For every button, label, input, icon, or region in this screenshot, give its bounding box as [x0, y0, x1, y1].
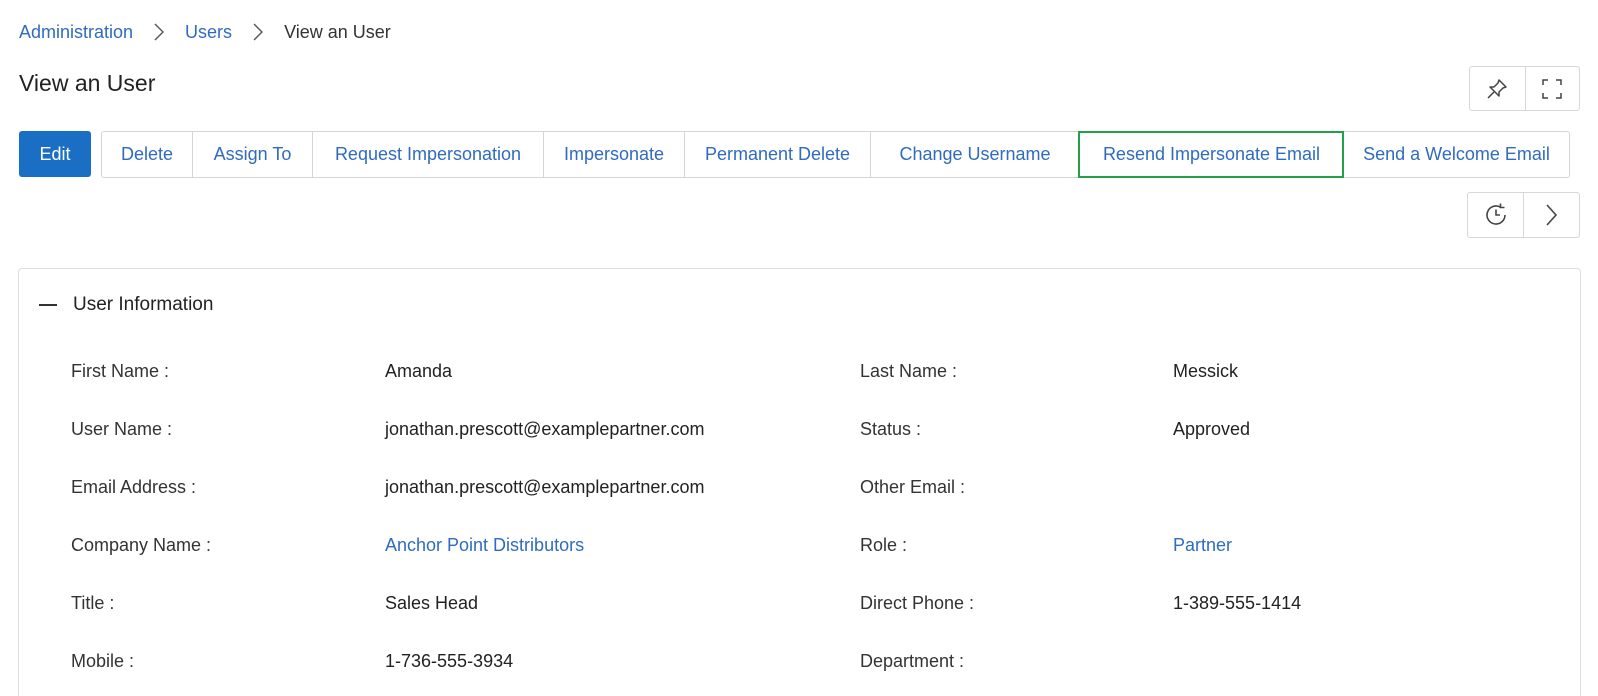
field-label-first-name: First Name :	[71, 361, 170, 381]
view-toolbar	[1469, 66, 1580, 111]
change-username-button[interactable]: Change Username	[870, 132, 1079, 177]
pin-icon[interactable]	[1470, 67, 1525, 110]
chevron-right-icon[interactable]	[1523, 193, 1578, 237]
field-value-user-name: jonathan.prescott@examplepartner.com	[385, 419, 705, 439]
action-bar: Edit Delete Assign To Request Impersonat…	[19, 131, 1570, 178]
field-value-company-name[interactable]: Anchor Point Distributors	[385, 535, 584, 556]
field-label-user-name: User Name :	[71, 419, 173, 439]
field-label-department: Department :	[860, 651, 965, 671]
page-title: View an User	[19, 70, 156, 96]
field-label-mobile: Mobile :	[71, 651, 135, 671]
record-navigation	[1467, 192, 1580, 238]
action-button-group: Delete Assign To Request Impersonation I…	[101, 131, 1570, 178]
history-icon[interactable]	[1468, 193, 1523, 237]
field-label-direct-phone: Direct Phone :	[860, 593, 975, 613]
impersonate-button[interactable]: Impersonate	[543, 132, 684, 177]
field-value-role[interactable]: Partner	[1173, 535, 1232, 556]
field-value-title: Sales Head	[385, 593, 479, 613]
field-label-last-name: Last Name :	[860, 361, 958, 381]
panel-header[interactable]: User Information	[39, 294, 213, 316]
assign-to-button[interactable]: Assign To	[192, 132, 312, 177]
field-label-title: Title :	[71, 593, 115, 613]
field-label-email-address: Email Address :	[71, 477, 197, 497]
breadcrumb-administration[interactable]: Administration	[19, 22, 133, 43]
breadcrumb-users[interactable]: Users	[185, 22, 232, 43]
panel-title: User Information	[73, 294, 214, 315]
fullscreen-icon[interactable]	[1524, 67, 1580, 110]
breadcrumb: Administration Users View an User	[19, 20, 391, 44]
field-value-mobile: 1-736-555-3934	[385, 651, 514, 671]
send-welcome-email-button[interactable]: Send a Welcome Email	[1343, 132, 1569, 177]
user-information-panel: User Information First Name : Amanda Las…	[18, 268, 1581, 696]
field-label-company-name: Company Name :	[71, 535, 212, 555]
field-label-status: Status :	[860, 419, 922, 439]
breadcrumb-current: View an User	[284, 21, 391, 42]
field-label-role: Role :	[860, 535, 908, 555]
field-value-first-name: Amanda	[385, 361, 453, 381]
permanent-delete-button[interactable]: Permanent Delete	[684, 132, 870, 177]
chevron-right-icon	[232, 20, 284, 44]
field-value-email-address: jonathan.prescott@examplepartner.com	[385, 477, 705, 497]
edit-button[interactable]: Edit	[19, 131, 91, 177]
field-value-direct-phone: 1-389-555-1414	[1173, 593, 1302, 613]
collapse-icon[interactable]	[39, 304, 57, 306]
chevron-right-icon	[133, 20, 185, 44]
field-value-status: Approved	[1173, 419, 1251, 439]
request-impersonation-button[interactable]: Request Impersonation	[312, 132, 543, 177]
field-value-last-name: Messick	[1173, 361, 1239, 381]
field-label-other-email: Other Email :	[860, 477, 966, 497]
resend-impersonate-email-button[interactable]: Resend Impersonate Email	[1078, 131, 1344, 178]
delete-button[interactable]: Delete	[102, 132, 192, 177]
